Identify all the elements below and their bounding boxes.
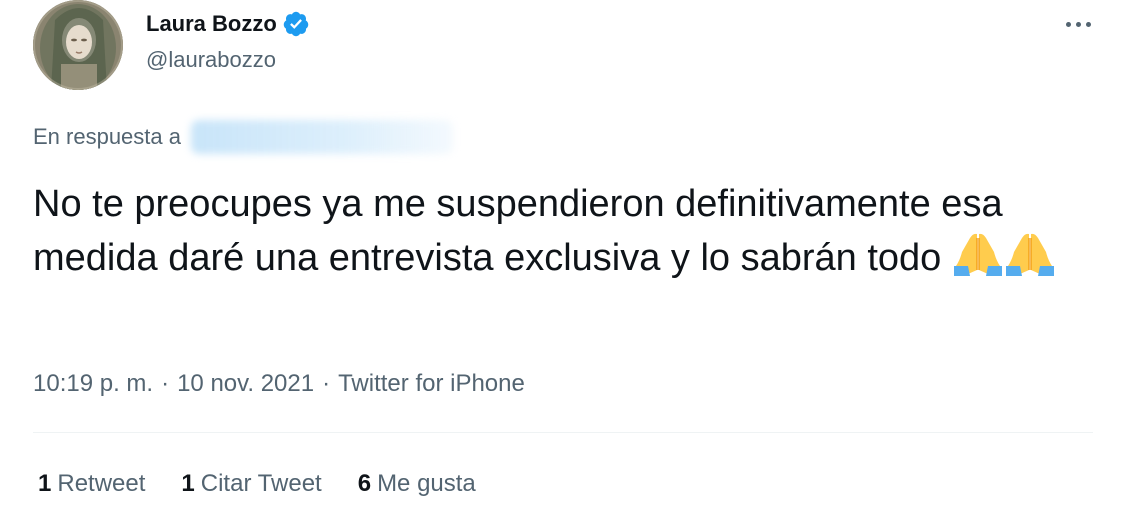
- retweets-label: Retweet: [57, 470, 146, 497]
- retweets-stat[interactable]: 1 Retweet: [38, 466, 145, 502]
- likes-count: 6: [357, 470, 372, 497]
- author-handle[interactable]: @laurabozzo: [146, 44, 276, 76]
- reply-target-redacted[interactable]: [190, 120, 453, 154]
- more-dot: [1085, 21, 1091, 27]
- tweet-time[interactable]: 10:19 p. m.: [33, 366, 153, 402]
- reply-prefix-label: En respuesta a: [33, 124, 181, 149]
- more-horizontal-icon[interactable]: [1058, 10, 1098, 38]
- reply-context: En respuesta a: [33, 119, 453, 155]
- stats-divider: [33, 432, 1093, 433]
- more-dot: [1075, 21, 1081, 27]
- tweet-text-content: No te preocupes ya me suspendieron defin…: [33, 183, 1003, 279]
- author-display-name[interactable]: Laura Bozzo: [146, 8, 277, 40]
- folded-hands-emoji-icon: [1004, 230, 1056, 290]
- quote-tweets-label: Citar Tweet: [200, 470, 322, 497]
- retweets-count: 1: [38, 470, 52, 497]
- meta-separator: ·: [161, 370, 170, 397]
- author-name-row[interactable]: Laura Bozzo: [146, 8, 310, 40]
- meta-separator: ·: [322, 370, 331, 397]
- likes-label: Me gusta: [377, 470, 476, 497]
- tweet-date[interactable]: 10 nov. 2021: [177, 366, 314, 402]
- tweet-stats: 1 Retweet 1 Citar Tweet 6 Me gusta: [38, 466, 512, 502]
- folded-hands-emoji-icon: [952, 230, 1004, 290]
- tweet-metadata: 10:19 p. m. · 10 nov. 2021 · Twitter for…: [33, 366, 525, 402]
- verified-badge-icon: [282, 10, 310, 38]
- quote-tweets-stat[interactable]: 1 Citar Tweet: [181, 466, 321, 502]
- more-dot: [1065, 21, 1071, 27]
- tweet-text: No te preocupes ya me suspendieron defin…: [33, 178, 1093, 290]
- quote-tweets-count: 1: [181, 470, 195, 497]
- likes-stat[interactable]: 6 Me gusta: [358, 466, 476, 502]
- tweet-source[interactable]: Twitter for iPhone: [338, 366, 525, 402]
- author-avatar[interactable]: [33, 0, 123, 90]
- avatar-image: [33, 0, 123, 90]
- tweet-detail: Laura Bozzo @laurabozzo En respuesta a N…: [0, 0, 1125, 521]
